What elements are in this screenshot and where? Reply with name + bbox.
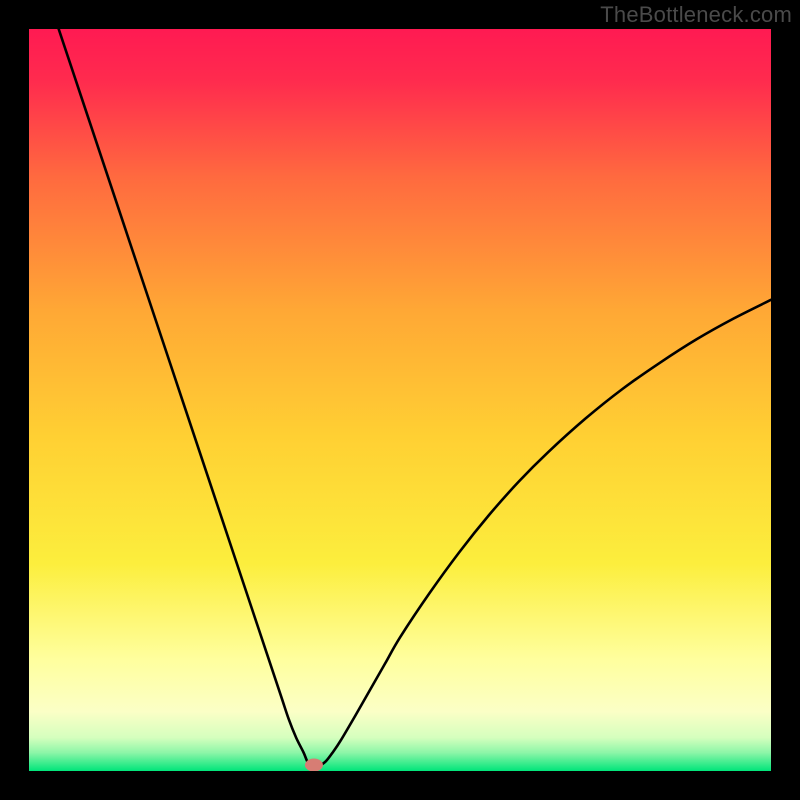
plot-area: [29, 29, 771, 771]
gradient-background: [29, 29, 771, 771]
watermark-text: TheBottleneck.com: [600, 2, 792, 28]
chart-frame: TheBottleneck.com: [0, 0, 800, 800]
